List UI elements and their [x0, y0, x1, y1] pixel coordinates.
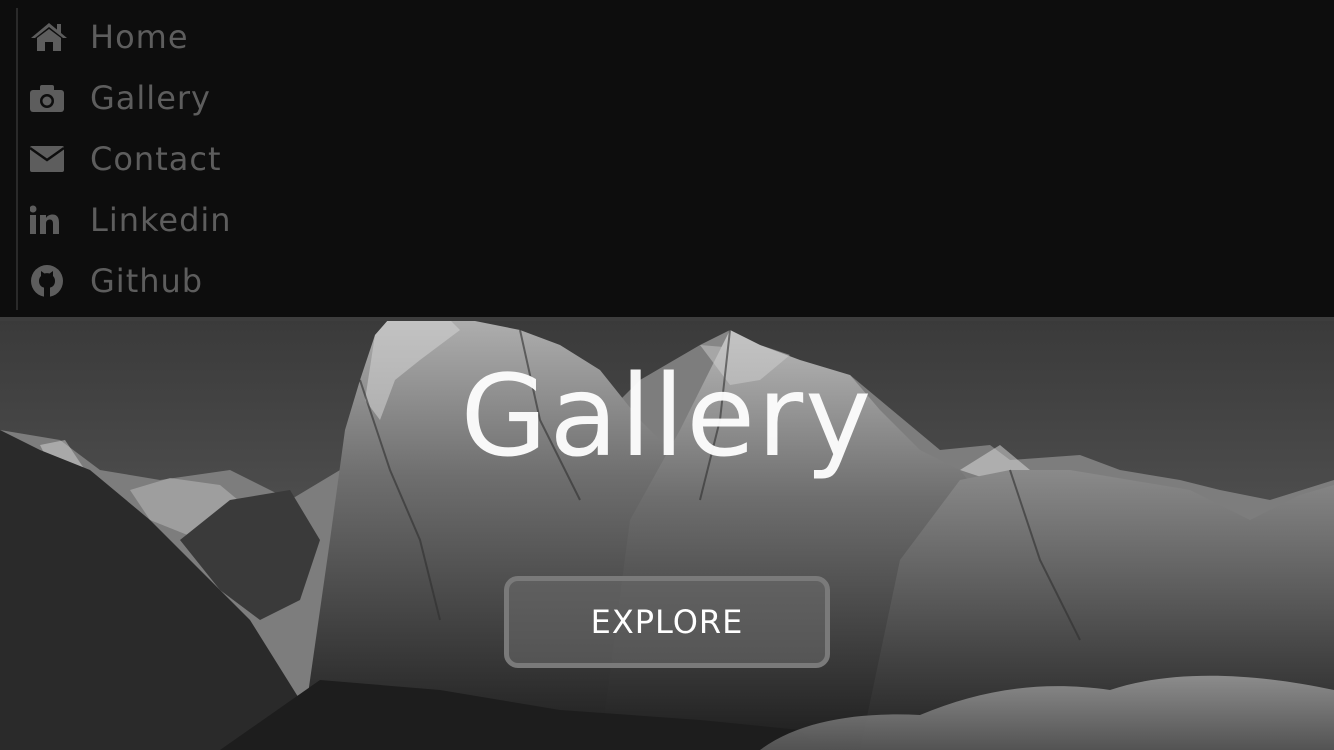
- nav-item-gallery[interactable]: Gallery: [30, 67, 232, 128]
- nav-item-label: Github: [90, 261, 204, 300]
- nav-item-label: Contact: [90, 139, 222, 178]
- nav-side-rule: [16, 8, 18, 310]
- nav-item-label: Home: [90, 17, 189, 56]
- linkedin-icon: [30, 202, 70, 238]
- nav-item-label: Gallery: [90, 78, 211, 117]
- nav-item-linkedin[interactable]: Linkedin: [30, 189, 232, 250]
- home-icon: [30, 19, 70, 55]
- nav-menu: Home Gallery Contact Linkedin Github: [30, 6, 232, 311]
- nav-item-home[interactable]: Home: [30, 6, 232, 67]
- github-icon: [30, 263, 70, 299]
- envelope-icon: [30, 141, 70, 177]
- nav-item-contact[interactable]: Contact: [30, 128, 232, 189]
- explore-button[interactable]: EXPLORE: [504, 576, 830, 668]
- nav-divider: [0, 317, 1334, 321]
- page-title: Gallery: [460, 352, 874, 482]
- camera-icon: [30, 80, 70, 116]
- nav-item-github[interactable]: Github: [30, 250, 232, 311]
- nav-item-label: Linkedin: [90, 200, 232, 239]
